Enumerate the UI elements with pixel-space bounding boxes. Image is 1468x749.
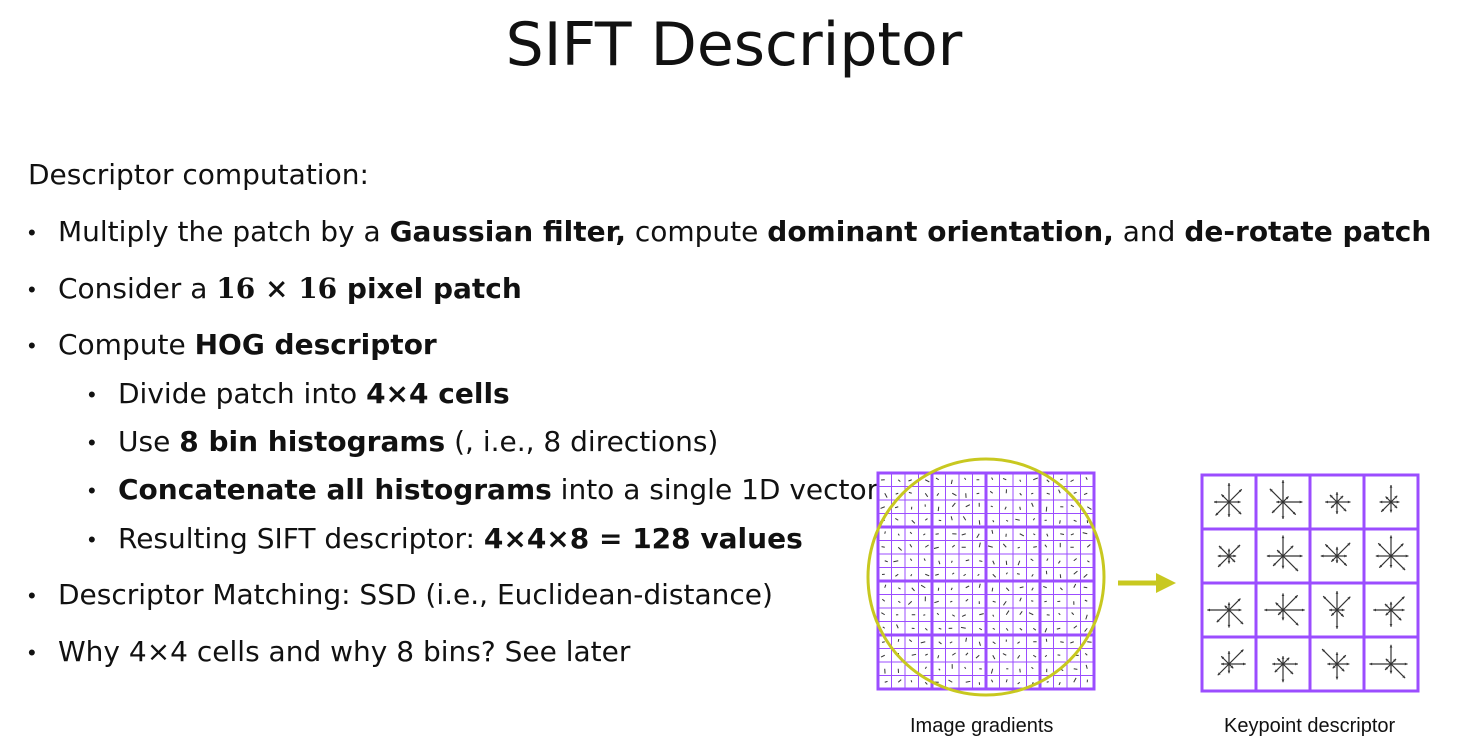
arrow-icon [1118,573,1176,593]
sub-bullet-marker: • [88,478,96,503]
sub-bullet-marker: • [88,430,96,455]
bullet-marker: • [28,277,36,302]
bold-text: 4×4 cells [366,377,510,410]
text: and [1113,215,1185,248]
sift-figure [866,457,1420,697]
text: into a single 1D vector [551,473,879,506]
bold-text: de-rotate patch [1184,215,1432,248]
bullet-marker: • [28,333,36,358]
bold-text: 4×4×8 = 128 values [483,522,803,555]
bullet-matching: Descriptor Matching: SSD (i.e., Euclidea… [58,578,773,611]
sub-bullet-bins: Use 8 bin histograms (, i.e., 8 directio… [118,425,718,458]
bold-text: 8 bin histograms [179,425,446,458]
text: Use [118,425,180,458]
intro-text: Descriptor computation: [28,158,369,191]
caption-image-gradients: Image gradients [910,715,1054,737]
sub-bullet-result: Resulting SIFT descriptor: 4×4×8 = 128 v… [118,522,803,555]
text: Resulting SIFT descriptor: [118,522,484,555]
bold-text: HOG descriptor [194,328,437,361]
bold-text: dominant orientation, [767,215,1114,248]
bullet-patch-size: Consider a 16 × 16 pixel patch [58,272,522,305]
sub-bullet-cells: Divide patch into 4×4 cells [118,377,510,410]
bold-text: pixel patch [337,272,522,305]
bullet-hog: Compute HOG descriptor [58,328,437,361]
image-gradients-grid [876,471,1096,691]
bold-text: Gaussian filter, [389,215,626,248]
bullet-marker: • [28,583,36,608]
slide-title: SIFT Descriptor [505,10,963,80]
text: Divide patch into [118,377,367,410]
bullet-why: Why 4×4 cells and why 8 bins? See later [58,635,631,668]
text: (, i.e., 8 directions) [445,425,719,458]
sub-bullet-concatenate: Concatenate all histograms into a single… [118,473,878,506]
bullet-marker: • [28,640,36,665]
bullet-gaussian: Multiply the patch by a Gaussian filter,… [58,215,1431,248]
math-text: 16 × 16 [216,272,338,305]
bold-text: Concatenate all histograms [118,473,552,506]
sub-bullet-marker: • [88,527,96,552]
caption-keypoint-descriptor: Keypoint descriptor [1224,715,1396,737]
text: Multiply the patch by a [58,215,390,248]
text: compute [625,215,768,248]
bullet-marker: • [28,220,36,245]
sub-bullet-marker: • [88,382,96,407]
text: Consider a [58,272,217,305]
text: Compute [58,328,195,361]
keypoint-descriptor-grid [1200,473,1420,693]
